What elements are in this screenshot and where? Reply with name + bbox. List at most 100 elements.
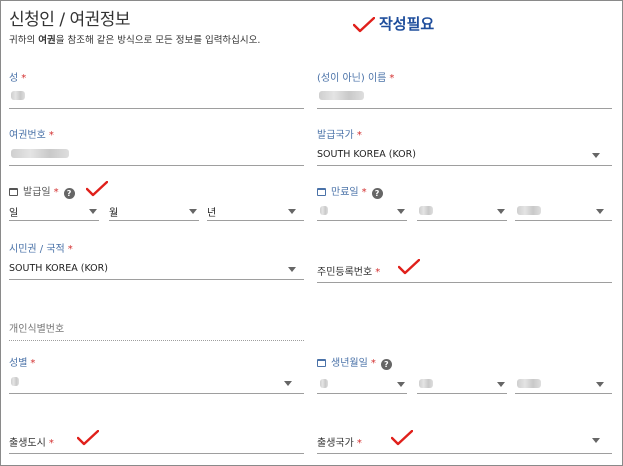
chevron-down-icon[interactable] — [497, 209, 505, 214]
field-underline — [317, 165, 612, 166]
issue-year-value: 년 — [207, 208, 217, 219]
personal-id-field[interactable]: 개인식별번호 — [9, 301, 304, 341]
field-underline — [317, 220, 407, 221]
field-underline — [515, 393, 612, 394]
citizenship-value: SOUTH KOREA (KOR) — [9, 263, 108, 274]
field-underline — [207, 220, 304, 221]
birth-year-select[interactable] — [515, 374, 612, 394]
chevron-down-icon[interactable] — [189, 209, 197, 214]
calendar-icon — [317, 188, 326, 196]
given-name-label: (성이 아닌) 이름 * — [317, 73, 395, 84]
field-underline — [9, 340, 304, 341]
birth-city-label: 출생도시 * — [9, 438, 54, 449]
redacted-value — [419, 206, 433, 215]
gender-select[interactable]: 성별 * — [9, 354, 304, 394]
chevron-down-icon[interactable] — [596, 382, 604, 387]
resident-number-field[interactable]: 주민등록번호 * — [317, 243, 612, 283]
field-underline — [317, 108, 612, 109]
field-underline — [9, 393, 304, 394]
field-underline — [9, 108, 304, 109]
expiry-day-select[interactable] — [317, 201, 407, 221]
issue-day-select[interactable]: 일 — [9, 201, 99, 221]
issue-month-value: 월 — [109, 208, 119, 219]
applicant-passport-form: 신청인 / 여권정보 귀하의 여권을 참조해 같은 방식으로 모든 정보를 입력… — [0, 0, 623, 466]
redacted-value — [419, 379, 433, 388]
instruction-text: 귀하의 여권을 참조해 같은 방식으로 모든 정보를 입력하십시오. — [9, 32, 260, 46]
chevron-down-icon[interactable] — [592, 438, 600, 443]
check-mark-icon — [77, 430, 99, 446]
expiry-date-field: 만료일 *? — [317, 183, 612, 221]
issue-date-field: 발급일 *? 일 월 년 — [9, 183, 304, 221]
birth-city-field[interactable]: 출생도시 * — [9, 414, 304, 454]
check-mark-icon — [353, 17, 375, 33]
chevron-down-icon[interactable] — [397, 382, 405, 387]
page-title: 신청인 / 여권정보 — [9, 10, 131, 30]
chevron-down-icon[interactable] — [397, 209, 405, 214]
help-icon[interactable]: ? — [380, 359, 392, 370]
redacted-value — [11, 377, 19, 386]
birth-country-label: 출생국가 * — [317, 438, 362, 449]
redacted-value — [320, 206, 328, 215]
chevron-down-icon[interactable] — [284, 381, 292, 386]
instruction-suffix: 을 참조해 같은 방식으로 모든 정보를 입력하십시오. — [55, 35, 261, 46]
chevron-down-icon[interactable] — [497, 382, 505, 387]
gender-label: 성별 * — [9, 358, 36, 369]
check-mark-icon — [398, 259, 420, 275]
surname-field[interactable]: 성 * — [9, 69, 304, 109]
chevron-down-icon[interactable] — [596, 209, 604, 214]
personal-id-placeholder: 개인식별번호 — [9, 324, 65, 335]
field-underline — [417, 220, 507, 221]
citizenship-select[interactable]: 시민권 / 국적 * SOUTH KOREA (KOR) — [9, 240, 304, 280]
field-underline — [109, 220, 199, 221]
expiry-year-select[interactable] — [515, 201, 612, 221]
instruction-bold: 여권 — [38, 35, 56, 46]
chevron-down-icon[interactable] — [288, 267, 296, 272]
issue-date-label: 발급일 *? — [9, 183, 75, 199]
issue-day-value: 일 — [9, 208, 19, 219]
field-underline — [417, 393, 507, 394]
field-underline — [317, 453, 612, 454]
field-underline — [9, 165, 304, 166]
issue-year-select[interactable]: 년 — [207, 201, 304, 221]
field-underline — [9, 220, 99, 221]
chevron-down-icon[interactable] — [288, 209, 296, 214]
field-underline — [317, 393, 407, 394]
citizenship-label: 시민권 / 국적 * — [9, 244, 73, 255]
instruction-prefix: 귀하의 — [9, 35, 39, 46]
field-underline — [317, 282, 612, 283]
calendar-icon — [9, 188, 18, 196]
calendar-icon — [317, 359, 326, 367]
expiry-month-select[interactable] — [417, 201, 507, 221]
issuing-country-select[interactable]: 발급국가 * SOUTH KOREA (KOR) — [317, 126, 612, 166]
annotation-required: 작성필요 — [379, 15, 435, 33]
birth-month-select[interactable] — [417, 374, 507, 394]
help-icon[interactable]: ? — [63, 188, 75, 199]
redacted-value — [517, 379, 541, 388]
birth-date-label: 생년월일 *? — [317, 354, 392, 370]
chevron-down-icon[interactable] — [592, 153, 600, 158]
redacted-value — [319, 91, 364, 100]
birth-day-select[interactable] — [317, 374, 407, 394]
issuing-country-value: SOUTH KOREA (KOR) — [317, 149, 416, 160]
passport-number-field[interactable]: 여권번호 * — [9, 126, 304, 166]
redacted-value — [11, 91, 25, 100]
issuing-country-label: 발급국가 * — [317, 130, 362, 141]
resident-number-label: 주민등록번호 * — [317, 267, 381, 278]
field-underline — [9, 279, 304, 280]
field-underline — [9, 453, 304, 454]
check-mark-icon — [86, 181, 108, 197]
surname-label: 성 * — [9, 73, 27, 84]
help-icon[interactable]: ? — [371, 188, 383, 199]
birth-country-select[interactable]: 출생국가 * — [317, 414, 612, 454]
redacted-value — [517, 206, 541, 215]
given-name-field[interactable]: (성이 아닌) 이름 * — [317, 69, 612, 109]
redacted-value — [11, 149, 69, 158]
expiry-date-label: 만료일 *? — [317, 183, 383, 199]
redacted-value — [320, 379, 328, 388]
chevron-down-icon[interactable] — [89, 209, 97, 214]
field-underline — [515, 220, 612, 221]
issue-month-select[interactable]: 월 — [109, 201, 199, 221]
birth-date-field: 생년월일 *? — [317, 354, 612, 394]
check-mark-icon — [391, 430, 413, 446]
passport-number-label: 여권번호 * — [9, 130, 54, 141]
